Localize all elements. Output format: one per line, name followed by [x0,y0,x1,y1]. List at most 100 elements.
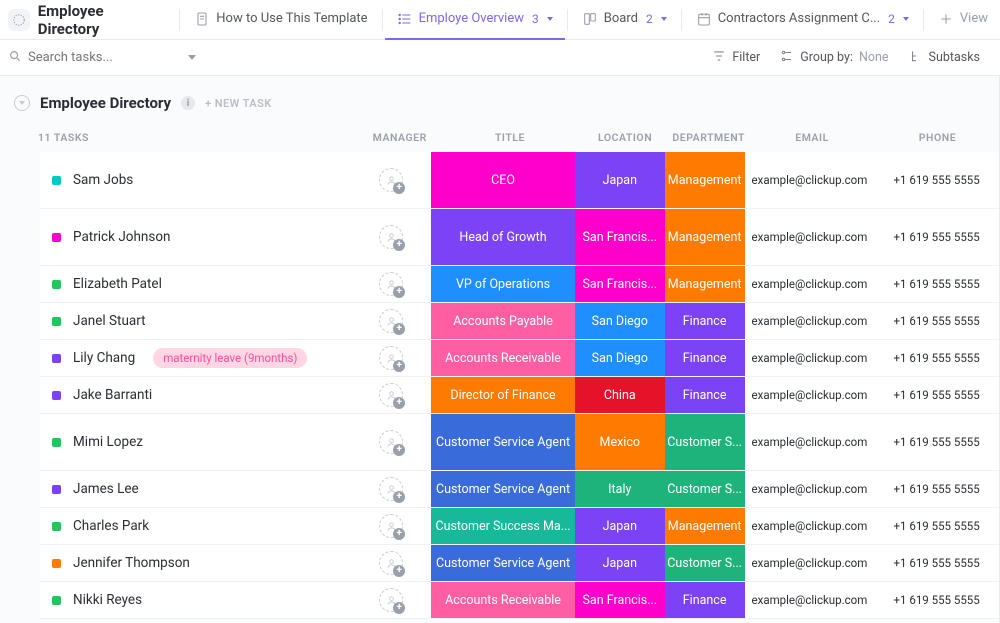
task-name-cell[interactable]: Jake Barranti [40,377,351,413]
status-dot[interactable] [52,391,61,400]
phone-cell[interactable]: +1 619 555 5555 [874,414,999,470]
task-name-cell[interactable]: Sam Jobs [40,152,351,208]
assign-avatar-placeholder[interactable]: + [379,168,403,192]
department-pill[interactable]: Finance [665,582,745,618]
location-pill[interactable]: Italy [575,471,665,507]
table-row[interactable]: James Lee+Customer Service AgentItalyCus… [40,471,999,508]
email-cell[interactable]: example@clickup.com [745,377,875,413]
status-dot[interactable] [52,596,61,605]
tab-overview[interactable]: Employe Overview3 [385,0,565,40]
collapse-all-toggle[interactable] [14,130,28,144]
collapse-toggle[interactable] [14,95,30,111]
task-name-cell[interactable]: Lily Changmaternity leave (9months) [40,340,351,376]
department-pill[interactable]: Finance [665,377,745,413]
email-cell[interactable]: example@clickup.com [745,582,875,618]
location-pill[interactable]: San Diego [575,303,665,339]
status-dot[interactable] [52,522,61,531]
table-row[interactable]: Mimi Lopez+Customer Service AgentMexicoC… [40,414,999,471]
assign-avatar-placeholder[interactable]: + [379,514,403,538]
manager-cell[interactable]: + [351,152,431,208]
location-pill[interactable]: China [575,377,665,413]
group-by-button[interactable]: Group by: None [770,49,898,67]
assign-avatar-placeholder[interactable]: + [379,430,403,454]
table-row[interactable]: Elizabeth Patel + VP of OperationsSan Fran… [40,266,999,303]
column-email[interactable]: EMAIL [748,131,876,144]
assign-avatar-placeholder[interactable]: + [379,551,403,575]
manager-cell[interactable]: + [351,545,431,581]
assign-avatar-placeholder[interactable]: + [379,588,403,612]
subtasks-button[interactable]: Subtasks [899,49,990,67]
status-dot[interactable] [52,317,61,326]
table-row[interactable]: Patrick Johnson + Head of GrowthSan Franci… [40,209,999,266]
title-pill[interactable]: Customer Service Agent [431,545,575,581]
assign-avatar-placeholder[interactable]: + [379,272,403,296]
title-pill[interactable]: Customer Success Ma... [431,508,575,544]
manager-cell[interactable]: + [351,209,431,265]
department-pill[interactable]: Finance [665,303,745,339]
email-cell[interactable]: example@clickup.com [745,508,875,544]
manager-cell[interactable]: + [351,266,431,302]
status-dot[interactable] [52,559,61,568]
location-pill[interactable]: San Diego [575,340,665,376]
email-cell[interactable]: example@clickup.com [745,303,875,339]
title-pill[interactable]: Head of Growth [431,209,575,265]
chevron-down-icon[interactable] [188,55,196,60]
phone-cell[interactable]: +1 619 555 5555 [874,152,999,208]
tab-howto[interactable]: How to Use This Template [182,0,379,40]
task-name-cell[interactable]: Mimi Lopez [40,414,351,470]
department-pill[interactable]: Customer S... [665,414,745,470]
email-cell[interactable]: example@clickup.com [745,152,875,208]
phone-cell[interactable]: +1 619 555 5555 [874,209,999,265]
search-box[interactable] [8,49,702,67]
table-row[interactable]: Nikki Reyes+Accounts ReceivableSan Franc… [40,582,999,619]
filter-button[interactable]: Filter [702,49,770,67]
department-pill[interactable]: Management [665,508,745,544]
department-pill[interactable]: Management [665,152,745,208]
column-dept[interactable]: DEPARTMENT [669,131,748,144]
title-pill[interactable]: Director of Finance [431,377,575,413]
manager-cell[interactable]: + [351,377,431,413]
status-dot[interactable] [52,233,61,242]
table-row[interactable]: Lily Changmaternity leave (9months)+Acco… [40,340,999,377]
add-view-button[interactable]: View [926,0,1000,40]
status-dot[interactable] [52,438,61,447]
column-phone[interactable]: PHONE [876,131,999,144]
manager-cell[interactable]: + [351,303,431,339]
task-name-cell[interactable]: Charles Park [40,508,351,544]
manager-cell[interactable]: + [351,471,431,507]
chevron-down-icon[interactable] [661,17,667,21]
location-pill[interactable]: San Francis... [575,209,665,265]
department-pill[interactable]: Management [665,266,745,302]
tab-board[interactable]: Board2 [570,0,679,40]
column-title[interactable]: TITLE [439,131,581,144]
status-dot[interactable] [52,485,61,494]
chevron-down-icon[interactable] [903,17,909,21]
task-name-cell[interactable]: Patrick Johnson [40,209,351,265]
location-pill[interactable]: San Francis... [575,266,665,302]
assign-avatar-placeholder[interactable]: + [379,225,403,249]
manager-cell[interactable]: + [351,508,431,544]
location-pill[interactable]: San Francis... [575,582,665,618]
task-name-cell[interactable]: Elizabeth Patel [40,266,351,302]
location-pill[interactable]: Japan [575,508,665,544]
title-pill[interactable]: VP of Operations [431,266,575,302]
manager-cell[interactable]: + [351,340,431,376]
phone-cell[interactable]: +1 619 555 5555 [874,582,999,618]
email-cell[interactable]: example@clickup.com [745,414,875,470]
location-pill[interactable]: Japan [575,545,665,581]
status-tag[interactable]: maternity leave (9months) [153,348,307,368]
table-row[interactable]: Janel Stuart+Accounts PayableSan DiegoFi… [40,303,999,340]
phone-cell[interactable]: +1 619 555 5555 [874,508,999,544]
table-row[interactable]: Jennifer Thompson+Customer Service Agent… [40,545,999,582]
status-dot[interactable] [52,280,61,289]
table-row[interactable]: Jake Barranti + Director of FinanceChinaFi… [40,377,999,414]
title-pill[interactable]: CEO [431,152,575,208]
assign-avatar-placeholder[interactable]: + [379,383,403,407]
title-pill[interactable]: Accounts Receivable [431,582,575,618]
title-pill[interactable]: Customer Service Agent [431,414,575,470]
column-manager[interactable]: MANAGER [360,131,439,144]
assign-avatar-placeholder[interactable]: + [379,477,403,501]
email-cell[interactable]: example@clickup.com [745,266,875,302]
new-task-button[interactable]: + NEW TASK [205,97,272,110]
table-row[interactable]: Sam Jobs+CEOJapanManagementexample@click… [40,152,999,209]
